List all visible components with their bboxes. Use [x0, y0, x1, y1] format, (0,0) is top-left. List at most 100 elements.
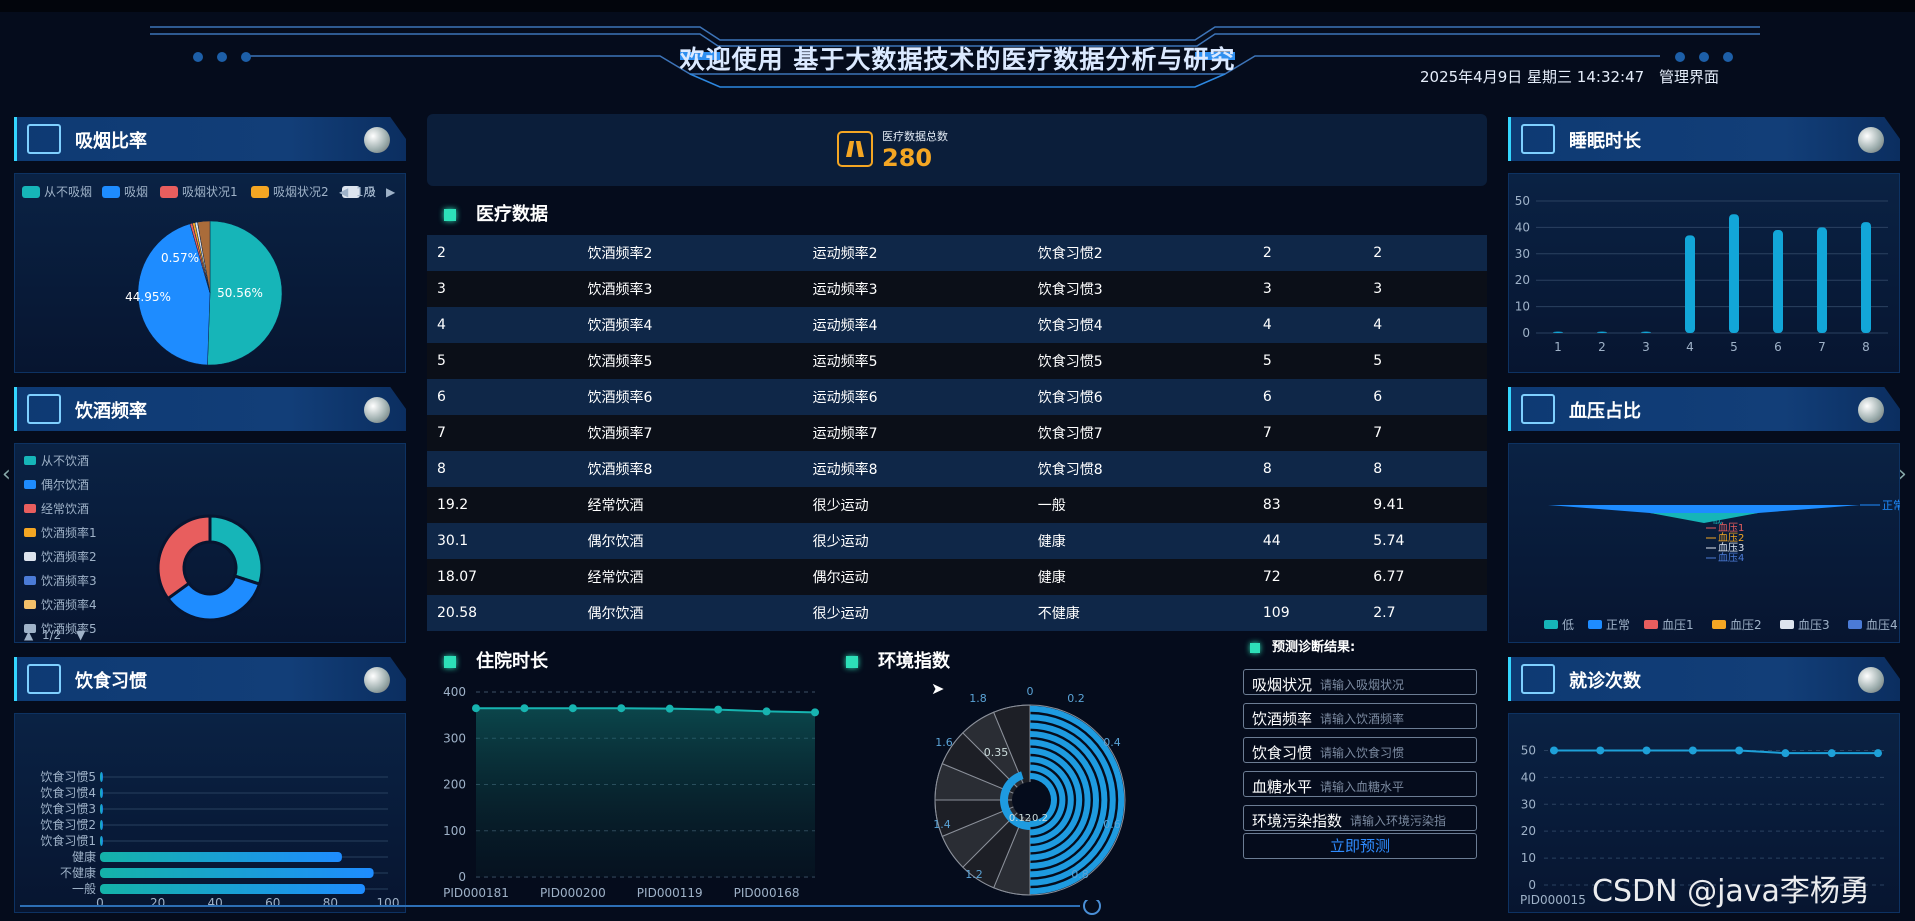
table-row[interactable]: 20.58 偶尔饮酒 很少运动 不健康 109 2.7	[427, 595, 1487, 631]
radius-tick-label: 0.2	[1032, 813, 1048, 824]
datetime-text: 2025年4月9日 星期三 14:32:47	[1420, 68, 1645, 86]
list-icon	[1521, 394, 1555, 424]
input-label: 血糖水平	[1252, 778, 1313, 796]
data-point	[1781, 749, 1790, 758]
legend-up-icon[interactable]: ▲	[24, 628, 34, 642]
input-placeholder: 请输入饮酒频率	[1320, 712, 1405, 726]
legend-item: 从不饮酒	[41, 454, 89, 468]
input-label: 饮食习惯	[1252, 744, 1313, 762]
table-row[interactable]: 5 饮酒频率5 运动频率5 饮食习惯5 5 5	[427, 343, 1487, 379]
table-row[interactable]: 4 饮酒频率4 运动频率4 饮食习惯4 4 4	[427, 307, 1487, 343]
bar	[1773, 230, 1783, 333]
legend-prev-icon[interactable]: ◀	[339, 185, 349, 199]
legend-swatch	[1712, 620, 1726, 629]
panel-header: 吸烟比率	[14, 117, 406, 161]
y-tick-label: 20	[1515, 273, 1530, 287]
bar	[100, 836, 103, 846]
funnel-segment	[1650, 513, 1758, 523]
bar	[1597, 331, 1607, 333]
globe-icon[interactable]	[1858, 667, 1884, 693]
predict-input-3[interactable]: 血糖水平 请输入血糖水平	[1243, 771, 1477, 797]
predict-input-2[interactable]: 饮食习惯 请输入饮食习惯	[1243, 737, 1477, 763]
drink-donut-chart: 从不饮酒偶尔饮酒经常饮酒饮酒频率1饮酒频率2饮酒频率3饮酒频率4饮酒频率5 ▲ …	[24, 454, 264, 642]
table-cell: 饮食习惯6	[1037, 390, 1103, 406]
y-tick-label: 一般	[72, 881, 96, 896]
table-row[interactable]: 3 饮酒频率3 运动频率3 饮食习惯3 3 3	[427, 271, 1487, 307]
bullet-icon	[444, 209, 456, 221]
predict-input-0[interactable]: 吸烟状况 请输入吸烟状况	[1243, 669, 1477, 695]
predict-input-1[interactable]: 饮酒频率 请输入饮酒频率	[1243, 703, 1477, 729]
prev-arrow-icon[interactable]: ‹	[2, 462, 11, 487]
table-cell: 5.74	[1373, 533, 1405, 549]
table-row[interactable]: 18.07 经常饮酒 偶尔运动 健康 72 6.77	[427, 559, 1487, 595]
admin-link[interactable]: 管理界面	[1659, 68, 1719, 86]
y-tick-label: 饮食习惯1	[40, 833, 96, 848]
table-cell: 很少运动	[812, 498, 869, 514]
medical-data-table: 2 饮酒频率2 运动频率2 饮食习惯2 2 2 3 饮酒频率3 运动频率3 饮食习惯3 3 3 4 饮酒频…	[427, 235, 1487, 631]
table-row[interactable]: 19.2 经常饮酒 很少运动 一般 83 9.41	[427, 487, 1487, 523]
globe-icon[interactable]	[1858, 127, 1884, 153]
table-row[interactable]: 7 饮酒频率7 运动频率7 饮食习惯7 7 7	[427, 415, 1487, 451]
table-cell: 7	[437, 425, 446, 441]
table-row[interactable]: 8 饮酒频率8 运动频率8 饮食习惯8 8 8	[427, 451, 1487, 487]
legend-item: 饮酒频率3	[41, 573, 97, 588]
table-cell: 6.77	[1373, 569, 1405, 585]
y-tick-label: 0	[1528, 878, 1536, 892]
x-tick-label: PID000200	[540, 886, 606, 900]
area-fill	[476, 708, 815, 877]
predict-input-4[interactable]: 环境污染指数 请输入环境污染指	[1243, 805, 1477, 831]
legend-next-icon[interactable]: ▶	[386, 185, 396, 199]
diet-bar-chart: 0 20 40 60 80 100一般不健康健康饮食习惯1饮食习惯2饮食习惯3饮食习惯4饮…	[40, 769, 399, 910]
angle-tick-label: 1.4	[933, 818, 951, 831]
predict-button[interactable]: 立即预测	[1243, 833, 1477, 859]
legend-item: 饮酒频率1	[41, 525, 97, 540]
hospital-section-title: 住院时长	[444, 647, 548, 673]
table-row[interactable]: 6 饮酒频率6 运动频率6 饮食习惯6 6 6	[427, 379, 1487, 415]
hospital-area-chart: 0 100 200 300 400 PID000181 PID000200 PID000119…	[443, 685, 819, 900]
y-tick-label: 40	[1515, 220, 1530, 234]
legend-item: 吸烟	[124, 185, 148, 199]
panel-header: 睡眠时长	[1508, 117, 1900, 161]
table-cell: 6	[437, 389, 446, 405]
table-cell: 经常饮酒	[587, 498, 644, 514]
globe-icon[interactable]	[364, 127, 390, 153]
y-tick-label: 30	[1521, 797, 1536, 811]
data-point	[568, 704, 577, 713]
angle-tick-label: 0.2	[1067, 692, 1085, 705]
table-cell: 运动频率5	[812, 354, 878, 370]
radius-tick-label: 0.35	[984, 746, 1009, 759]
table-cell: 5	[437, 353, 446, 369]
table-cell: 饮食习惯8	[1037, 462, 1103, 478]
table-cell: 运动频率2	[812, 246, 878, 262]
bar	[1553, 331, 1563, 333]
y-tick-label: 20	[1521, 824, 1536, 838]
table-row[interactable]: 2 饮酒频率2 运动频率2 饮食习惯2 2 2	[427, 235, 1487, 271]
datetime-bar: 2025年4月9日 星期三 14:32:47 管理界面	[1420, 66, 1719, 87]
data-point	[714, 705, 723, 714]
table-row[interactable]: 30.1 偶尔饮酒 很少运动 健康 44 5.74	[427, 523, 1487, 559]
env-polar-chart: 00.20.40.60.81.21.41.61.80.350.12 0.2	[933, 685, 1126, 896]
table-section-title: 医疗数据	[444, 200, 548, 226]
legend-swatch	[102, 186, 120, 198]
panel-title: 血压占比	[1569, 401, 1641, 422]
next-arrow-icon[interactable]: ›	[1898, 462, 1907, 487]
table-cell: 6	[1373, 389, 1383, 405]
table-cell: 很少运动	[812, 534, 869, 550]
section-title-text: 住院时长	[476, 651, 548, 672]
x-tick-label: PID000181	[443, 886, 509, 900]
globe-icon[interactable]	[364, 667, 390, 693]
globe-icon[interactable]	[1858, 397, 1884, 423]
y-tick-label: 饮食习惯3	[40, 801, 96, 816]
input-label: 饮酒频率	[1252, 710, 1313, 728]
legend-down-icon[interactable]: ▼	[76, 628, 86, 642]
table-cell: 饮食习惯7	[1037, 426, 1103, 442]
panel-title: 就诊次数	[1569, 671, 1641, 692]
x-tick-label: 3	[1642, 340, 1650, 354]
data-point	[762, 707, 771, 716]
list-icon	[27, 664, 61, 694]
donut-slice	[208, 514, 264, 586]
input-label: 环境污染指数	[1252, 812, 1343, 830]
y-tick-label: 50	[1515, 194, 1530, 208]
globe-icon[interactable]	[364, 397, 390, 423]
env-section-title: 环境指数	[846, 647, 950, 673]
